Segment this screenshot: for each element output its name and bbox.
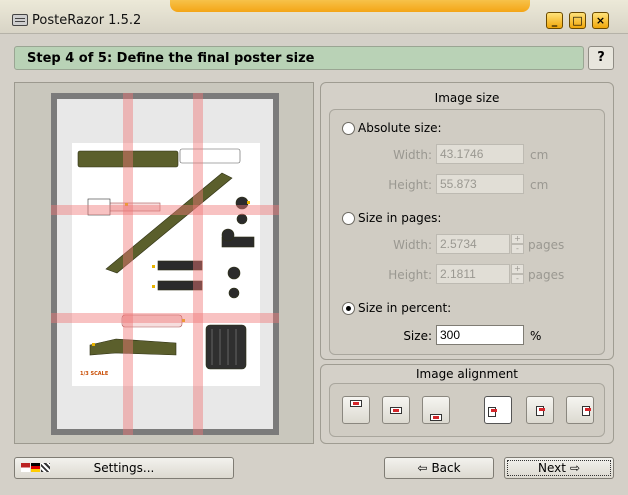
pages-height-input[interactable]	[436, 264, 510, 284]
align-bottom-left-icon	[430, 414, 442, 421]
align-center-left-icon	[390, 407, 402, 414]
spin-down-icon[interactable]: -	[511, 244, 524, 254]
pages-height-label: Height:	[388, 268, 432, 282]
step-title: Step 4 of 5: Define the final poster siz…	[27, 51, 315, 66]
arrow-right-icon: ⇨	[569, 461, 581, 475]
page-divider-vertical-2	[193, 93, 203, 435]
align-right-center-button[interactable]	[566, 396, 594, 424]
scale-label: 1/3 SCALE	[80, 371, 109, 377]
part-bottom-left	[89, 338, 177, 356]
pages-width-input[interactable]	[436, 234, 510, 254]
image-size-title: Image size	[434, 91, 500, 105]
size-in-percent-radio-dot[interactable]	[342, 301, 355, 315]
align-center-button[interactable]	[526, 396, 554, 424]
title-bar: PosteRazor 1.5.2 _ □ ×	[0, 0, 628, 34]
close-button[interactable]: ×	[592, 12, 609, 29]
spin-up-icon[interactable]: +	[511, 234, 524, 244]
settings-button[interactable]: Settings...	[14, 457, 234, 479]
absolute-size-radio-dot[interactable]	[342, 121, 355, 135]
title-highlight	[170, 0, 530, 12]
pages-height-spinner[interactable]: + -	[511, 264, 524, 284]
align-top-left-icon	[350, 400, 362, 407]
preview-drawing	[77, 148, 255, 370]
align-center-left-button[interactable]	[382, 396, 410, 424]
absolute-height-label: Height:	[388, 178, 432, 192]
next-button[interactable]: Next ⇨	[504, 457, 614, 479]
pages-width-label: Width:	[393, 238, 432, 252]
next-label: Next	[537, 461, 566, 475]
align-left-center-icon	[488, 407, 497, 417]
percent-size-input[interactable]	[436, 325, 524, 345]
image-size-options: Absolute size: Width: cm Height: cm Size…	[329, 109, 605, 355]
size-in-pages-radio[interactable]: Size in pages:	[342, 211, 441, 225]
back-button[interactable]: ⇦ Back	[384, 457, 494, 479]
settings-label: Settings...	[93, 461, 155, 475]
align-top-left-button[interactable]	[342, 396, 370, 424]
image-alignment-group: Image alignment	[320, 364, 614, 444]
spin-up-icon[interactable]: +	[511, 264, 524, 274]
absolute-height-unit: cm	[530, 178, 549, 192]
spin-down-icon[interactable]: -	[511, 274, 524, 284]
absolute-width-unit: cm	[530, 148, 549, 162]
app-icon	[12, 14, 28, 26]
window-title: PosteRazor 1.5.2	[32, 13, 142, 28]
page-divider-horizontal-2	[51, 313, 279, 323]
absolute-height-input[interactable]	[436, 174, 524, 194]
help-button[interactable]: ?	[588, 46, 614, 70]
page-divider-horizontal-1	[51, 205, 279, 215]
image-preview: 1/3 SCALE	[72, 143, 260, 386]
size-in-percent-radio[interactable]: Size in percent:	[342, 301, 451, 315]
absolute-width-input[interactable]	[436, 144, 524, 164]
percent-unit: %	[530, 329, 542, 343]
align-center-icon	[536, 406, 545, 416]
language-flags-icon	[21, 463, 50, 472]
image-size-group: Image size Absolute size: Width: cm Heig…	[320, 82, 614, 360]
pages-width-spinner[interactable]: + -	[511, 234, 524, 254]
back-label: Back	[431, 461, 461, 475]
poster-preview: 1/3 SCALE	[14, 82, 314, 444]
absolute-size-label: Absolute size:	[358, 121, 442, 135]
size-in-pages-label: Size in pages:	[358, 211, 442, 225]
percent-size-label: Size:	[403, 329, 432, 343]
pages-height-unit: pages	[528, 268, 565, 282]
align-right-center-icon	[582, 406, 591, 416]
image-alignment-title: Image alignment	[415, 367, 519, 381]
pages-width-unit: pages	[528, 238, 565, 252]
size-in-pages-radio-dot[interactable]	[342, 211, 355, 225]
minimize-button[interactable]: _	[546, 12, 563, 29]
align-left-center-button[interactable]	[484, 396, 512, 424]
page-divider-vertical-1	[123, 93, 133, 435]
size-in-percent-label: Size in percent:	[358, 301, 452, 315]
align-bottom-left-button[interactable]	[422, 396, 450, 424]
absolute-width-label: Width:	[393, 148, 432, 162]
maximize-button[interactable]: □	[569, 12, 586, 29]
alignment-buttons	[329, 383, 605, 437]
absolute-size-radio[interactable]: Absolute size:	[342, 121, 442, 135]
step-header: Step 4 of 5: Define the final poster siz…	[14, 46, 584, 70]
arrow-left-icon: ⇦	[417, 461, 428, 475]
